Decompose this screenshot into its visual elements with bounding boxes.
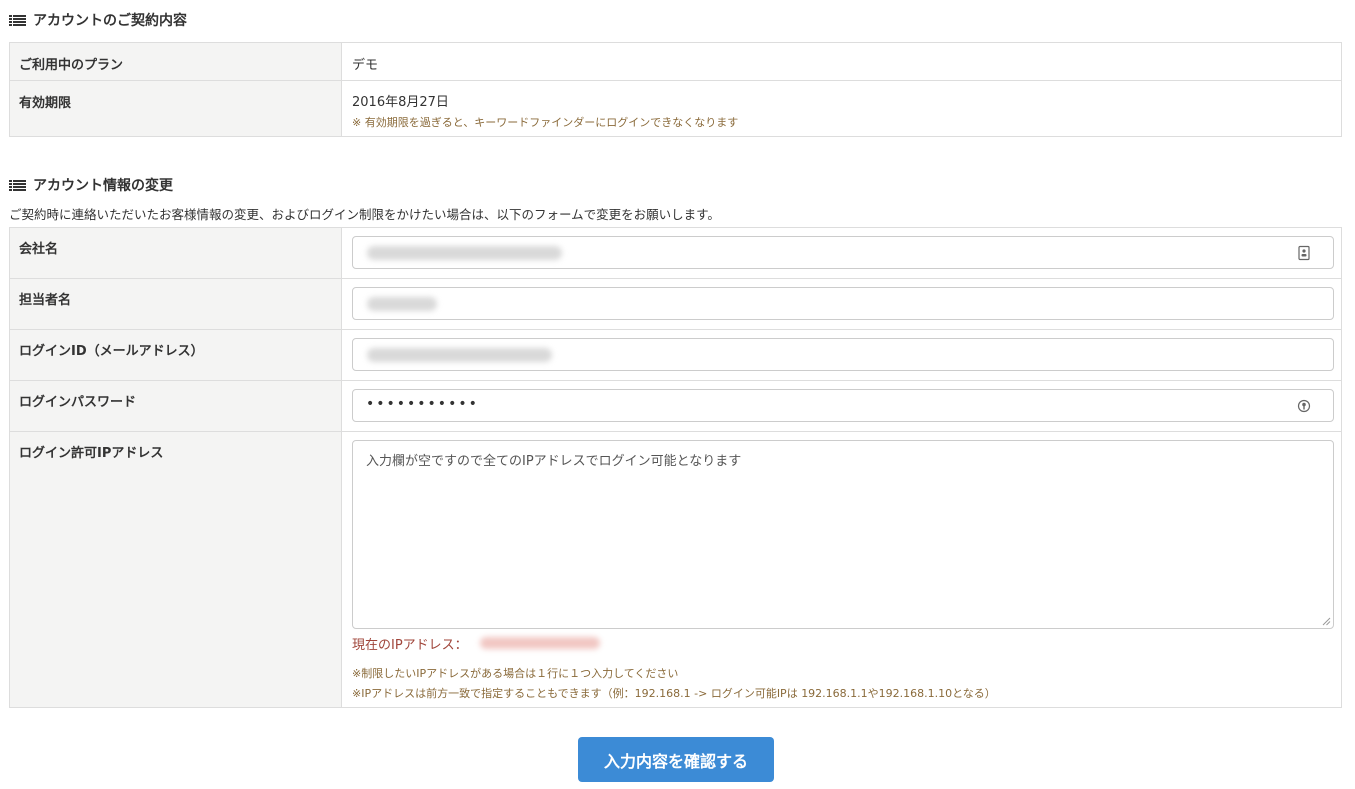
table-row: ログイン許可IPアドレス 入力欄が空ですので全てのIPアドレスでログイン可能とな… <box>9 431 1342 708</box>
account-heading: アカウント情報の変更 <box>9 175 1342 195</box>
key-icon[interactable] <box>1297 398 1311 414</box>
account-heading-text: アカウント情報の変更 <box>33 178 173 194</box>
ip-notes: ※制限したいIPアドレスがある場合は１行に１つ入力してください ※IPアドレスは… <box>352 664 1333 704</box>
contact-label: 担当者名 <box>9 278 342 330</box>
table-row: ログインID（メールアドレス） <box>9 329 1342 381</box>
current-ip-value-redacted <box>479 637 600 649</box>
table-row: 有効期限 2016年8月27日 ※ 有効期限を過ぎると、キーワードファインダーに… <box>9 80 1342 137</box>
password-input[interactable]: ••••••••••• <box>352 389 1334 422</box>
resize-grip-icon[interactable] <box>1321 616 1331 626</box>
company-value-redacted <box>367 246 562 260</box>
table-row: ログインパスワード ••••••••••• <box>9 380 1342 432</box>
account-form-table: 会社名 担当者名 ログインID（メールアドレス） ログインパスワード •••••… <box>9 227 1342 708</box>
account-intro: ご契約時に連絡いただいたお客様情報の変更、およびログイン制限をかけたい場合は、以… <box>9 207 720 222</box>
contract-heading: アカウントのご契約内容 <box>9 10 1342 30</box>
login-id-value-redacted <box>367 348 552 362</box>
expiry-value: 2016年8月27日 <box>352 95 449 110</box>
list-icon <box>9 14 26 26</box>
expiry-note: ※ 有効期限を過ぎると、キーワードファインダーにログインできなくなります <box>352 116 739 129</box>
table-row: ご利用中のプラン デモ <box>9 42 1342 81</box>
login-id-label: ログインID（メールアドレス） <box>9 329 342 381</box>
list-icon <box>9 179 26 191</box>
contact-card-icon[interactable] <box>1297 245 1311 261</box>
table-row: 担当者名 <box>9 278 1342 330</box>
ip-label: ログイン許可IPアドレス <box>9 431 342 708</box>
company-input[interactable] <box>352 236 1334 269</box>
account-settings-page: アカウントのご契約内容 ご利用中のプラン デモ 有効期限 2016年8月27日 … <box>0 0 1355 789</box>
allowed-ip-textarea[interactable]: 入力欄が空ですので全てのIPアドレスでログイン可能となります <box>352 440 1334 629</box>
company-label: 会社名 <box>9 227 342 279</box>
current-ip-label: 現在のIPアドレス： <box>352 637 468 653</box>
ip-note-2: ※IPアドレスは前方一致で指定することもできます（例：192.168.1 -> … <box>352 687 996 700</box>
ip-placeholder: 入力欄が空ですので全てのIPアドレスでログイン可能となります <box>366 454 742 469</box>
password-mask: ••••••••••• <box>366 396 479 412</box>
contract-section: アカウントのご契約内容 ご利用中のプラン デモ 有効期限 2016年8月27日 … <box>9 10 1342 137</box>
contract-table: ご利用中のプラン デモ 有効期限 2016年8月27日 ※ 有効期限を過ぎると、… <box>9 42 1342 137</box>
table-row: 会社名 <box>9 227 1342 279</box>
account-section: アカウント情報の変更 ご契約時に連絡いただいたお客様情報の変更、およびログイン制… <box>9 175 1342 708</box>
contract-heading-text: アカウントのご契約内容 <box>33 13 187 29</box>
expiry-label: 有効期限 <box>9 80 342 137</box>
contact-value-redacted <box>367 297 437 311</box>
current-ip: 現在のIPアドレス： <box>352 633 1333 653</box>
plan-value: デモ <box>341 42 1342 81</box>
contact-name-input[interactable] <box>352 287 1334 320</box>
ip-note-1: ※制限したいIPアドレスがある場合は１行に１つ入力してください <box>352 667 679 680</box>
password-label: ログインパスワード <box>9 380 342 432</box>
confirm-button[interactable]: 入力内容を確認する <box>578 737 774 782</box>
login-id-input[interactable] <box>352 338 1334 371</box>
plan-label: ご利用中のプラン <box>9 42 342 81</box>
